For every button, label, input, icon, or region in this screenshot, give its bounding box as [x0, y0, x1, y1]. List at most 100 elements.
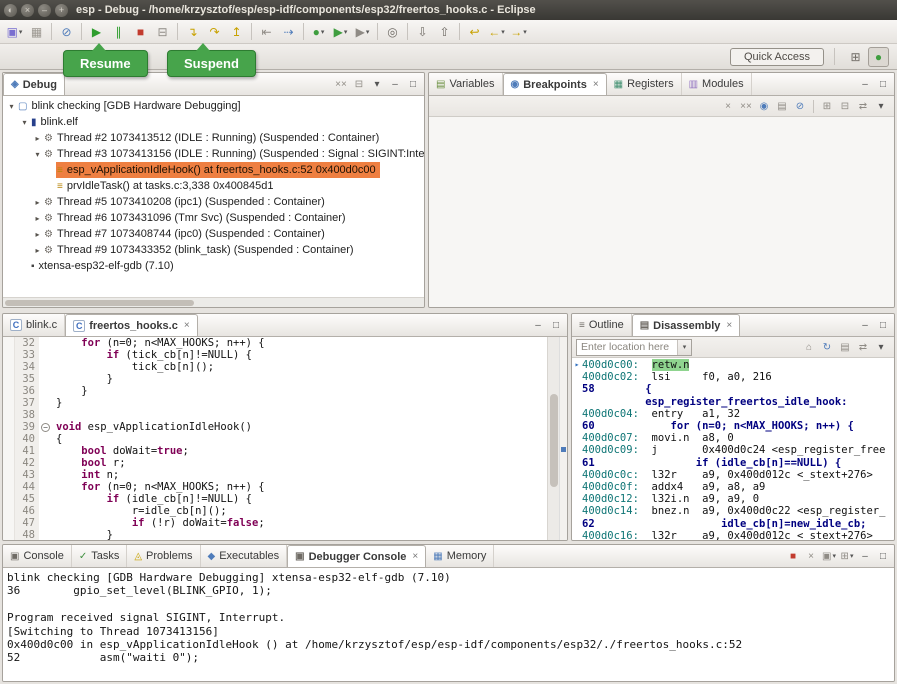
disassembly-line[interactable]: ▸400d0c00: retw.n: [572, 359, 894, 371]
home-button[interactable]: ⌂: [801, 339, 817, 355]
link-with-debug-button[interactable]: ⇄: [855, 98, 871, 114]
tab-tasks[interactable]: ✓Tasks: [72, 545, 128, 567]
disassembly-line[interactable]: 400d0c04: entry a1, 32: [572, 408, 894, 420]
tab-freertos-hooks-c[interactable]: Cfreertos_hooks.c×: [65, 314, 198, 336]
expand-arrow-icon[interactable]: ▸: [32, 214, 43, 223]
maximize-button[interactable]: +: [55, 4, 68, 17]
display-selected-console-button[interactable]: ▣▾: [821, 548, 837, 564]
disassembly-line[interactable]: 400d0c07: movi.n a8, 0: [572, 432, 894, 444]
code-area[interactable]: 32 for (n=0; n<MAX_HOOKS; n++) {33 if (t…: [3, 337, 547, 540]
tab-breakpoints[interactable]: ◉Breakpoints×: [503, 73, 607, 95]
scrollbar-thumb[interactable]: [550, 394, 558, 487]
go-to-file-button[interactable]: ▤: [774, 98, 790, 114]
collapse-all-button[interactable]: ⊟: [351, 76, 367, 92]
close-icon[interactable]: ×: [593, 79, 599, 90]
minimize-button[interactable]: –: [530, 317, 546, 333]
tree-item[interactable]: ▾⚙Thread #3 1073413156 (IDLE : Running) …: [3, 146, 424, 162]
drop-to-frame-button[interactable]: ⇤: [256, 22, 277, 42]
tab-problems[interactable]: ◬Problems: [127, 545, 200, 567]
terminate-button[interactable]: ■: [130, 22, 151, 42]
skip-all-breakpoints-button[interactable]: ⊘: [56, 22, 77, 42]
tree-item[interactable]: ▪xtensa-esp32-elf-gdb (7.10): [3, 258, 424, 274]
minimize-button[interactable]: –: [857, 317, 873, 333]
expand-arrow-icon[interactable]: ▸: [32, 198, 43, 207]
scrollbar-thumb[interactable]: [5, 300, 194, 306]
expand-arrow-icon[interactable]: ▸: [32, 134, 43, 143]
view-menu-button[interactable]: ▾: [369, 76, 385, 92]
maximize-button[interactable]: □: [875, 76, 891, 92]
collapse-all-button[interactable]: ⊟: [837, 98, 853, 114]
tab-memory[interactable]: ▦Memory: [426, 545, 494, 567]
next-annotation-button[interactable]: ⇩: [412, 22, 433, 42]
last-edit-location-button[interactable]: ↩: [464, 22, 485, 42]
tab-disassembly[interactable]: ▤Disassembly×: [632, 314, 741, 336]
tab-debug[interactable]: ◈Debug: [3, 73, 65, 95]
back-button[interactable]: ←▾: [486, 22, 507, 42]
view-menu-button[interactable]: ▾: [873, 98, 889, 114]
collapse-arrow-icon[interactable]: ▾: [19, 118, 30, 127]
terminate-button[interactable]: ■: [785, 548, 801, 564]
maximize-button[interactable]: □: [875, 317, 891, 333]
expand-arrow-icon[interactable]: ▸: [32, 246, 43, 255]
skip-all-breakpoints-button[interactable]: ⊘: [792, 98, 808, 114]
collapse-fold-icon[interactable]: −: [41, 423, 50, 432]
tree-item[interactable]: ▾▢blink checking [GDB Hardware Debugging…: [3, 98, 424, 114]
disassembly-line[interactable]: 400d0c0f: addx4 a9, a8, a9: [572, 481, 894, 493]
show-source-button[interactable]: ▤: [837, 339, 853, 355]
tree-item[interactable]: ≡esp_vApplicationIdleHook() at freertos_…: [3, 162, 424, 178]
minimize-button[interactable]: –: [857, 76, 873, 92]
collapse-arrow-icon[interactable]: ▾: [32, 150, 43, 159]
close-icon[interactable]: ×: [184, 320, 190, 331]
expand-arrow-icon[interactable]: ▸: [32, 230, 43, 239]
tab-outline[interactable]: ≡Outline: [572, 314, 632, 336]
new-wizard-button[interactable]: ▣▾: [4, 22, 25, 42]
step-return-button[interactable]: ↥: [226, 22, 247, 42]
previous-annotation-button[interactable]: ⇧: [434, 22, 455, 42]
tab-registers[interactable]: ▦Registers: [607, 73, 682, 95]
run-button[interactable]: ▶▾: [330, 22, 351, 42]
tab-console[interactable]: ▣Console: [3, 545, 72, 567]
show-supported-breakpoints-button[interactable]: ◉: [756, 98, 772, 114]
tab-executables[interactable]: ◆Executables: [201, 545, 288, 567]
tree-item[interactable]: ≡prvIdleTask() at tasks.c:3,338 0x400845…: [3, 178, 424, 194]
disassembly-line[interactable]: 400d0c12: l32i.n a9, a9, 0: [572, 493, 894, 505]
tree-item[interactable]: ▸⚙Thread #6 1073431096 (Tmr Svc) (Suspen…: [3, 210, 424, 226]
minimize-button[interactable]: –: [387, 76, 403, 92]
disassembly-line[interactable]: 400d0c09: j 0x400d0c24 <esp_register_fre…: [572, 444, 894, 456]
save-button[interactable]: ▦: [26, 22, 47, 42]
maximize-button[interactable]: □: [405, 76, 421, 92]
step-into-button[interactable]: ↴: [182, 22, 203, 42]
debug-button[interactable]: ●▾: [308, 22, 329, 42]
tab-debugger-console[interactable]: ▣Debugger Console×: [287, 545, 426, 567]
tab-variables[interactable]: ▤Variables: [429, 73, 503, 95]
link-with-active-context-button[interactable]: ⇄: [855, 339, 871, 355]
resume-button[interactable]: ▶: [86, 22, 107, 42]
collapse-arrow-icon[interactable]: ▾: [6, 102, 17, 111]
instruction-stepping-button[interactable]: ⇢: [278, 22, 299, 42]
minimize-button[interactable]: –: [38, 4, 51, 17]
tree-item[interactable]: ▸⚙Thread #2 1073413512 (IDLE : Running) …: [3, 130, 424, 146]
open-perspective-button[interactable]: ⊞: [845, 47, 866, 67]
search-button[interactable]: ◎: [382, 22, 403, 42]
suspend-button[interactable]: ∥: [108, 22, 129, 42]
location-dropdown-icon[interactable]: ▾: [677, 340, 691, 355]
forward-button[interactable]: →▾: [508, 22, 529, 42]
disassembly-line[interactable]: 400d0c0c: l32r a9, 0x400d012c <_stext+27…: [572, 469, 894, 481]
tree-item[interactable]: ▸⚙Thread #9 1073433352 (blink_task) (Sus…: [3, 242, 424, 258]
minimize-button[interactable]: –: [857, 548, 873, 564]
refresh-button[interactable]: ↻: [819, 339, 835, 355]
maximize-button[interactable]: □: [875, 548, 891, 564]
quick-access-button[interactable]: Quick Access: [730, 48, 824, 66]
tab-modules[interactable]: ▥Modules: [682, 73, 752, 95]
disconnect-button[interactable]: ⊟: [152, 22, 173, 42]
open-console-button[interactable]: ⊞▾: [839, 548, 855, 564]
external-tools-button[interactable]: ▶▾: [352, 22, 373, 42]
tree-item[interactable]: ▾▮blink.elf: [3, 114, 424, 130]
editor-vertical-scrollbar[interactable]: [547, 337, 559, 540]
view-menu-button[interactable]: ▾: [873, 339, 889, 355]
disassembly-line[interactable]: 400d0c14: bnez.n a9, 0x400d0c22 <esp_reg…: [572, 505, 894, 517]
debug-horizontal-scrollbar[interactable]: [3, 297, 424, 307]
tree-item[interactable]: ▸⚙Thread #7 1073408744 (ipc0) (Suspended…: [3, 226, 424, 242]
disassembly-line[interactable]: 400d0c02: lsi f0, a0, 216: [572, 371, 894, 383]
remove-breakpoint-button[interactable]: ×: [720, 98, 736, 114]
